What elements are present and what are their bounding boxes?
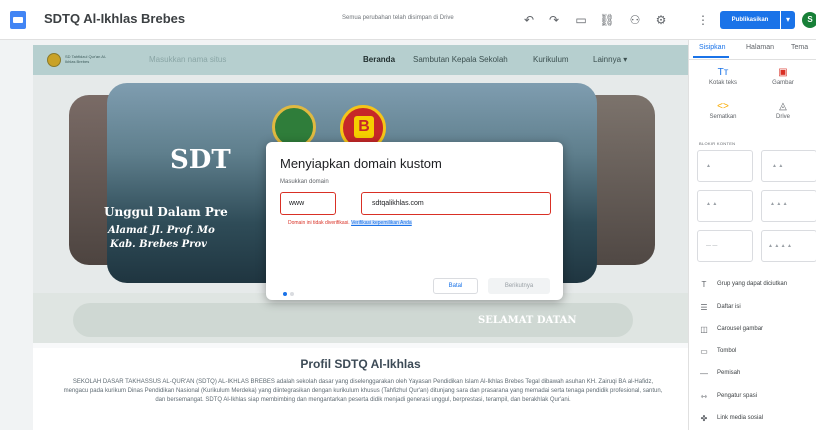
toc-label: Daftar isi: [717, 304, 741, 310]
insert-text-box-label: Kotak teks: [708, 80, 737, 86]
publish-button[interactable]: Publikasikan: [720, 11, 780, 29]
insert-image-label: Gambar: [772, 80, 794, 86]
logo-text: SD Tahfidzul Qur'an Al-Ikhlas Brebes: [65, 54, 107, 64]
verify-ownership-link[interactable]: Verifikasi kepemilikan Anda: [351, 220, 412, 226]
insert-social-links[interactable]: ✤ Link media sosial: [697, 412, 816, 428]
carousel-label: Carousel gambar: [717, 326, 764, 332]
tab-tema[interactable]: Tema: [791, 44, 808, 51]
hero-photo-right: [595, 95, 655, 265]
step-dot-2: [290, 292, 294, 296]
profile-body: SEKOLAH DASAR TAKHASSUS AL-QUR'AN (SDTQ)…: [63, 379, 663, 403]
social-links-icon: ✤: [700, 414, 708, 423]
welcome-text: SELAMAT DATAN: [478, 315, 577, 326]
drive-icon: ◬: [779, 101, 787, 112]
avatar[interactable]: S: [802, 12, 816, 28]
layout-block-3[interactable]: ▲ ▲: [697, 190, 753, 222]
document-title[interactable]: SDTQ Al-Ikhlas Brebes: [44, 11, 185, 26]
collapsible-label: Grup yang dapat diciutkan: [717, 281, 788, 287]
app-toolbar: SDTQ Al-Ikhlas Brebes Semua perubahan te…: [0, 0, 816, 40]
save-status-text: Semua perubahan telah disimpan di Drive: [342, 15, 454, 21]
layout-block-6[interactable]: ▲ ▲ ▲ ▲: [761, 230, 816, 262]
step-indicator: [283, 283, 297, 301]
error-text: Domain ini tidak diverifikasi.: [288, 220, 350, 226]
hero-address-line2: Kab. Brebes Prov: [110, 239, 207, 250]
embed-icon: <>: [717, 101, 729, 112]
sites-app-icon[interactable]: [10, 11, 26, 29]
site-header: SD Tahfidzul Qur'an Al-Ikhlas Brebes Mas…: [33, 45, 688, 75]
button-icon: ▭: [700, 347, 708, 356]
insert-spacer[interactable]: ⇿ Pengatur spasi: [697, 390, 816, 406]
insert-image[interactable]: ▣ Gambar: [753, 66, 813, 86]
settings-icon[interactable]: ⚙: [652, 11, 670, 29]
step-dot-1: [283, 292, 287, 296]
publish-dropdown-button[interactable]: ▾: [781, 11, 795, 29]
next-button[interactable]: Berikutnya: [488, 278, 550, 294]
spacer-label: Pengatur spasi: [717, 393, 758, 399]
more-options-icon[interactable]: ⋮: [694, 11, 712, 29]
insert-drive-label: Drive: [775, 114, 790, 120]
divider-label: Pemisah: [717, 370, 741, 376]
insert-divider[interactable]: — Pemisah: [697, 367, 816, 383]
insert-text-box[interactable]: Tт Kotak teks: [693, 66, 753, 86]
tab-sisipkan[interactable]: Sisipkan: [699, 44, 725, 51]
undo-icon[interactable]: ↶: [520, 11, 538, 29]
insert-table-of-contents[interactable]: ☰ Daftar isi: [697, 301, 816, 317]
layout-block-5[interactable]: — —: [697, 230, 753, 262]
image-icon: ▣: [778, 67, 788, 78]
link-icon[interactable]: ⛓: [598, 11, 616, 29]
custom-domain-dialog: Menyiapkan domain kustom Masukkan domain…: [266, 142, 563, 300]
layout-block-4[interactable]: ▲ ▲ ▲: [761, 190, 816, 222]
insert-button[interactable]: ▭ Tombol: [697, 345, 816, 361]
hero-subtitle: Unggul Dalam Pre: [104, 205, 228, 219]
insert-drive[interactable]: ◬ Drive: [753, 100, 813, 120]
domain-input[interactable]: sdtqalikhlas.com: [361, 192, 551, 215]
social-links-label: Link media sosial: [717, 415, 764, 421]
button-label: Tombol: [717, 348, 737, 354]
spacer-icon: ⇿: [700, 392, 708, 401]
insert-image-carousel[interactable]: ◫ Carousel gambar: [697, 323, 816, 339]
carousel-icon: ◫: [700, 325, 708, 334]
hero-address-line1: Alamat Jl. Prof. Mo: [108, 225, 215, 236]
preview-icon[interactable]: ▭: [572, 11, 590, 29]
text-box-icon: Tт: [717, 67, 729, 78]
domain-error-message: Domain ini tidak diverifikasi. Verifikas…: [288, 220, 412, 226]
active-tab-indicator: [693, 56, 729, 58]
share-icon[interactable]: ⚇: [626, 11, 644, 29]
tab-divider: [689, 59, 816, 60]
divider-icon: —: [700, 369, 708, 378]
nav-item-lainnya[interactable]: Lainnya ▾: [593, 55, 627, 64]
accreditation-letter: B: [354, 116, 374, 138]
site-name-input[interactable]: Masukkan nama situs: [149, 55, 226, 64]
insert-side-panel: Sisipkan Halaman Tema Tт Kotak teks ▣ Ga…: [688, 40, 816, 430]
hero-photo-left: [69, 95, 109, 265]
nav-item-sambutan[interactable]: Sambutan Kepala Sekolah: [413, 55, 508, 64]
content-blocks-heading: BLOKIR KONTEN: [699, 141, 736, 146]
nav-item-kurikulum[interactable]: Kurikulum: [533, 55, 569, 64]
domain-prefix-field[interactable]: www: [280, 192, 336, 215]
profile-title: Profil SDTQ Al-Ikhlas: [300, 357, 421, 371]
tab-halaman[interactable]: Halaman: [746, 44, 774, 51]
school-logo[interactable]: [47, 53, 61, 67]
layout-block-1[interactable]: ▲: [697, 150, 753, 182]
collapsible-icon: T: [701, 280, 707, 289]
hero-title: SDT: [170, 145, 231, 175]
redo-icon[interactable]: ↷: [545, 11, 563, 29]
toc-icon: ☰: [700, 303, 708, 312]
insert-embed[interactable]: <> Sematkan: [693, 100, 753, 120]
layout-block-2[interactable]: ▲ ▲: [761, 150, 816, 182]
insert-embed-label: Sematkan: [709, 114, 737, 120]
domain-label: Masukkan domain: [280, 179, 329, 185]
cancel-button[interactable]: Batal: [433, 278, 478, 294]
insert-collapsible-group[interactable]: T Grup yang dapat diciutkan: [697, 278, 816, 294]
nav-item-beranda[interactable]: Beranda: [363, 55, 395, 64]
dialog-title: Menyiapkan domain kustom: [280, 156, 442, 171]
